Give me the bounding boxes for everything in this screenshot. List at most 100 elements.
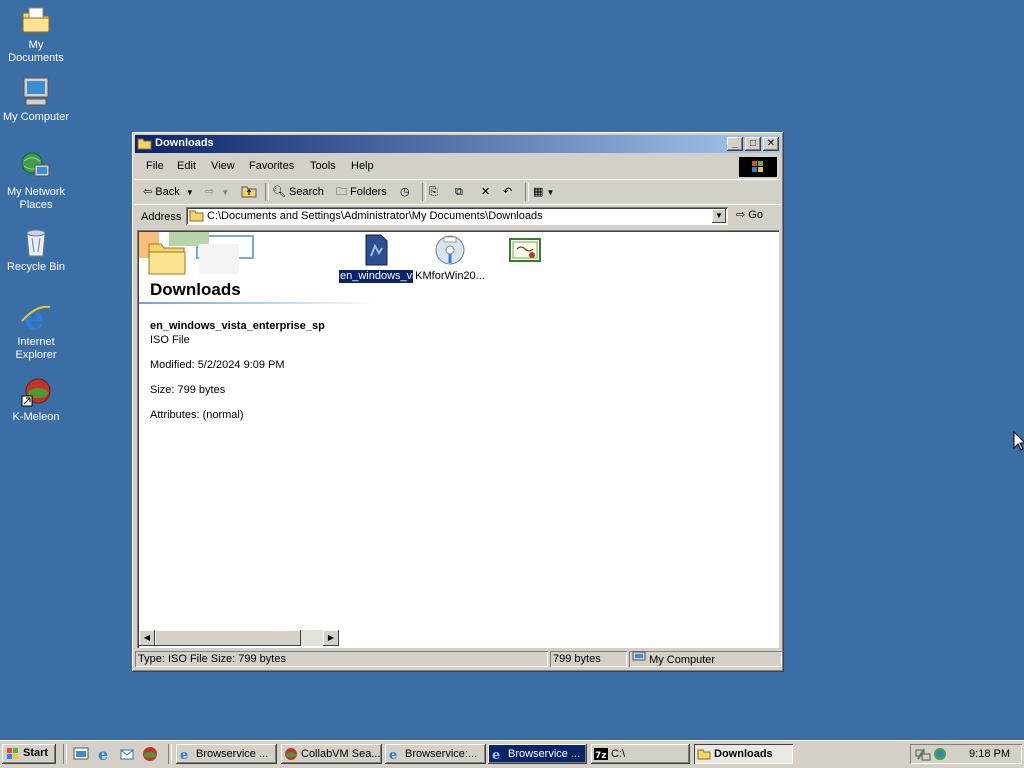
standard-toolbar: ⇦ Back ▼ ⇨ ▼ 🔍︎ Search 🗀 Folders ◷ ⎘ ⧉ ✕ <box>135 179 781 205</box>
certificate-file-icon <box>509 234 541 266</box>
network-tray-icon[interactable] <box>915 746 931 765</box>
chevron-down-icon[interactable]: ▼ <box>186 188 194 197</box>
forward-button[interactable]: ⇨ ▼ <box>205 184 229 200</box>
address-dropdown-button[interactable]: ▼ <box>712 209 726 223</box>
undo-icon: ↶ <box>503 186 513 198</box>
desktop-icon-my-computer[interactable]: My Computer <box>0 76 72 124</box>
file-item[interactable]: en_windows_vista_enterprise_sp2.iso <box>338 234 526 284</box>
desktop-icon-label: My Documents <box>8 39 64 64</box>
address-bar: Address C:\Documents and Settings\Admini… <box>135 204 781 229</box>
k-meleon-icon <box>284 747 298 761</box>
desktop-icon-label: Recycle Bin <box>6 261 66 273</box>
mouse-cursor-icon <box>1013 430 1024 454</box>
history-icon: ◷ <box>400 186 410 198</box>
network-places-icon <box>20 151 52 183</box>
task-browservice-1[interactable]: e Browservice ... <box>176 744 277 764</box>
address-value: C:\Documents and Settings\Administrator\… <box>207 210 543 222</box>
browser-icon: e <box>491 747 505 763</box>
svg-text:e: e <box>98 746 108 762</box>
file-item[interactable] <box>487 234 563 282</box>
details-attributes: Attributes: (normal) <box>150 409 244 421</box>
details-file-name: en_windows_vista_enterprise_sp <box>150 320 325 332</box>
search-icon: 🔍︎ <box>272 186 286 198</box>
forward-arrow-icon: ⇨ <box>205 186 215 198</box>
start-button[interactable]: Start <box>2 744 56 764</box>
task-browservice-3[interactable]: e Browservice ... <box>488 744 587 764</box>
undo-button[interactable]: ↶ <box>503 184 512 200</box>
scroll-right-button[interactable]: ▶ <box>323 630 339 646</box>
chevron-down-icon: ▼ <box>221 188 230 197</box>
delete-button[interactable]: ✕ <box>481 184 490 200</box>
folders-button[interactable]: 🗀 Folders <box>336 184 387 200</box>
task-collabvm[interactable]: CollabVM Sea... <box>281 744 382 764</box>
menu-favorites[interactable]: Favorites <box>249 160 294 172</box>
internet-explorer-icon[interactable]: e <box>96 745 112 764</box>
folders-icon: 🗀 <box>336 186 347 198</box>
show-desktop-icon[interactable] <box>73 746 89 762</box>
file-item[interactable]: KMforWin20... <box>412 234 488 283</box>
desktop-icon-recycle-bin[interactable]: Recycle Bin <box>0 226 72 274</box>
task-label: C:\ <box>611 748 626 760</box>
menu-help[interactable]: Help <box>351 160 374 172</box>
desktop-icon-internet-explorer[interactable]: e Internet Explorer <box>0 299 72 362</box>
history-button[interactable]: ◷ <box>400 184 410 200</box>
desktop-icon-network-places[interactable]: My Network Places <box>0 151 72 212</box>
system-tray: 9:18 PM <box>910 744 1022 764</box>
arrow-right-icon: ▶ <box>327 633 335 642</box>
security-tray-icon[interactable] <box>932 746 948 765</box>
address-input[interactable]: C:\Documents and Settings\Administrator\… <box>186 207 728 225</box>
status-bar: Type: ISO File Size: 799 bytes 799 bytes… <box>135 650 781 669</box>
desktop-icon-my-documents[interactable]: My Documents <box>0 4 72 65</box>
file-label: en_windows_vista_enterprise_sp2.iso <box>338 269 526 284</box>
up-folder-icon <box>241 186 257 201</box>
menu-tools[interactable]: Tools <box>310 160 336 172</box>
outlook-express-icon[interactable] <box>119 746 135 762</box>
minimize-button[interactable]: _ <box>727 137 743 151</box>
menu-file[interactable]: File <box>146 160 164 172</box>
go-arrow-icon: ⇨ <box>736 209 746 221</box>
details-modified: Modified: 5/2/2024 9:09 PM <box>150 359 285 371</box>
search-button[interactable]: 🔍︎ Search <box>272 184 324 200</box>
maximize-button[interactable]: □ <box>745 137 761 151</box>
scroll-thumb[interactable] <box>155 630 301 646</box>
k-meleon-icon <box>20 376 52 408</box>
folder-view[interactable]: Downloads en_windows_vista_enterprise_sp… <box>137 230 779 648</box>
views-icon: ▦ <box>533 186 544 198</box>
task-downloads[interactable]: Downloads <box>694 744 793 764</box>
task-browservice-2[interactable]: e Browservice:... <box>385 744 486 764</box>
my-computer-icon <box>632 651 649 666</box>
up-folder-button[interactable] <box>241 184 257 200</box>
close-icon: ✕ <box>766 138 776 149</box>
task-label: Browservice ... <box>508 748 581 760</box>
internet-explorer-icon: e <box>20 299 52 337</box>
details-size: Size: 799 bytes <box>150 384 226 396</box>
go-label: Go <box>748 209 763 221</box>
taskbar: Start e e Browservice ... CollabVM Sea..… <box>0 740 1024 768</box>
folders-label: Folders <box>350 186 387 198</box>
menu-edit[interactable]: Edit <box>177 160 196 172</box>
clock[interactable]: 9:18 PM <box>969 748 1010 760</box>
my-documents-icon <box>20 4 52 36</box>
desktop-icon-k-meleon[interactable]: K-Meleon <box>0 376 72 424</box>
folder-icon <box>697 747 711 761</box>
copy-to-icon: ⧉ <box>455 186 463 198</box>
desktop-icon-label: My Network Places <box>6 186 66 211</box>
minimize-icon: _ <box>732 138 738 149</box>
status-zone: My Computer <box>629 651 782 667</box>
scroll-left-button[interactable]: ◀ <box>139 630 155 646</box>
close-button[interactable]: ✕ <box>763 137 779 151</box>
title-bar[interactable]: Downloads _ □ ✕ <box>135 135 781 153</box>
task-label: Browservice ... <box>196 748 269 760</box>
menu-view[interactable]: View <box>211 160 235 172</box>
move-to-button[interactable]: ⎘ <box>429 184 438 200</box>
go-button[interactable]: ⇨ Go <box>736 208 763 221</box>
move-to-icon: ⎘ <box>429 186 438 198</box>
views-button[interactable]: ▦ ▼ <box>533 184 554 200</box>
recycle-bin-icon <box>20 226 52 258</box>
horizontal-scrollbar[interactable]: ◀ ▶ <box>139 630 339 646</box>
task-label: Browservice:... <box>405 748 478 760</box>
task-c-drive[interactable]: 7z C:\ <box>591 744 690 764</box>
copy-to-button[interactable]: ⧉ <box>455 184 463 200</box>
back-button[interactable]: ⇦ Back ▼ <box>143 184 194 200</box>
k-meleon-icon[interactable] <box>142 746 158 762</box>
